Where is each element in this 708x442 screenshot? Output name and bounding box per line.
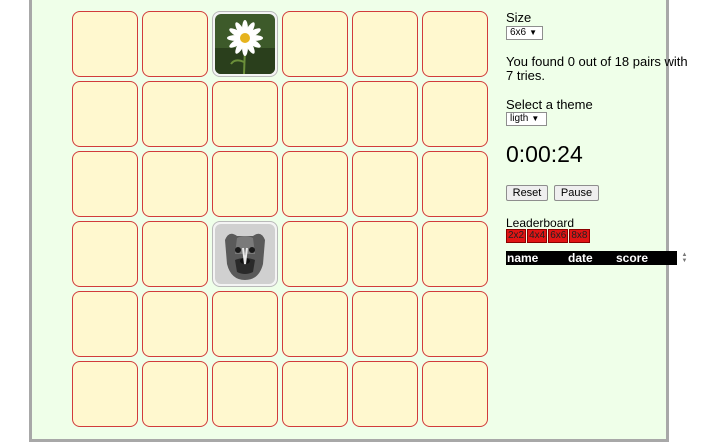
column-date: date <box>568 251 593 265</box>
status-text: You found 0 out of 18 pairs with 7 tries… <box>506 55 696 83</box>
tab-6x6[interactable]: 6x6 <box>548 229 569 243</box>
card[interactable] <box>282 291 348 357</box>
card[interactable] <box>282 361 348 427</box>
card[interactable] <box>142 81 208 147</box>
status-line-2: 7 tries. <box>506 68 546 83</box>
leaderboard-header: name date score <box>506 251 677 265</box>
leaderboard-size-tabs: 2x2 4x4 6x6 8x8 <box>506 229 590 243</box>
column-name: name <box>507 251 539 265</box>
card[interactable] <box>212 11 278 77</box>
game-timer: 0:00:24 <box>506 141 583 167</box>
card[interactable] <box>422 361 488 427</box>
chevron-down-icon: ▼ <box>529 28 538 37</box>
card[interactable] <box>72 151 138 217</box>
tab-8x8[interactable]: 8x8 <box>569 229 590 243</box>
chevron-down-icon: ▼ <box>531 114 540 123</box>
card[interactable] <box>212 361 278 427</box>
card[interactable] <box>352 221 418 287</box>
pause-button[interactable]: Pause <box>554 185 599 201</box>
card[interactable] <box>212 81 278 147</box>
card[interactable] <box>142 221 208 287</box>
card[interactable] <box>352 361 418 427</box>
size-label: Size <box>506 10 532 25</box>
daisy-flower-photo <box>215 14 275 74</box>
leaderboard-scrollbar[interactable]: ▲ ▼ <box>680 250 689 265</box>
card[interactable] <box>352 81 418 147</box>
boxer-dog-photo <box>215 224 275 284</box>
reset-button[interactable]: Reset <box>506 185 548 201</box>
size-select-value: 6x6 <box>510 27 527 38</box>
card[interactable] <box>422 221 488 287</box>
card[interactable] <box>142 151 208 217</box>
card[interactable] <box>212 221 278 287</box>
tab-4x4[interactable]: 4x4 <box>527 229 548 243</box>
game-frame: Size 6x6 ▼ You found 0 out of 18 pairs w… <box>29 0 688 442</box>
card[interactable] <box>72 361 138 427</box>
card[interactable] <box>282 81 348 147</box>
tab-2x2[interactable]: 2x2 <box>506 229 527 243</box>
card[interactable] <box>422 11 488 77</box>
card[interactable] <box>352 11 418 77</box>
theme-select-value: ligth <box>510 113 529 124</box>
card[interactable] <box>72 11 138 77</box>
card[interactable] <box>422 81 488 147</box>
card[interactable] <box>352 291 418 357</box>
card[interactable] <box>212 291 278 357</box>
card[interactable] <box>212 151 278 217</box>
card[interactable] <box>142 11 208 77</box>
status-line-1: You found 0 out of 18 pairs with <box>506 54 688 69</box>
theme-select[interactable]: ligth ▼ <box>506 112 547 126</box>
leaderboard-title: Leaderboard <box>506 216 575 230</box>
card[interactable] <box>282 221 348 287</box>
card[interactable] <box>282 11 348 77</box>
card[interactable] <box>72 81 138 147</box>
card[interactable] <box>72 291 138 357</box>
card[interactable] <box>352 151 418 217</box>
card[interactable] <box>422 151 488 217</box>
card[interactable] <box>72 221 138 287</box>
size-select[interactable]: 6x6 ▼ <box>506 26 543 40</box>
card[interactable] <box>282 151 348 217</box>
card-board <box>72 11 492 431</box>
scroll-down-icon: ▼ <box>681 257 688 264</box>
column-score: score <box>616 251 649 265</box>
card[interactable] <box>142 291 208 357</box>
card[interactable] <box>422 291 488 357</box>
card[interactable] <box>142 361 208 427</box>
theme-label: Select a theme <box>506 97 593 112</box>
